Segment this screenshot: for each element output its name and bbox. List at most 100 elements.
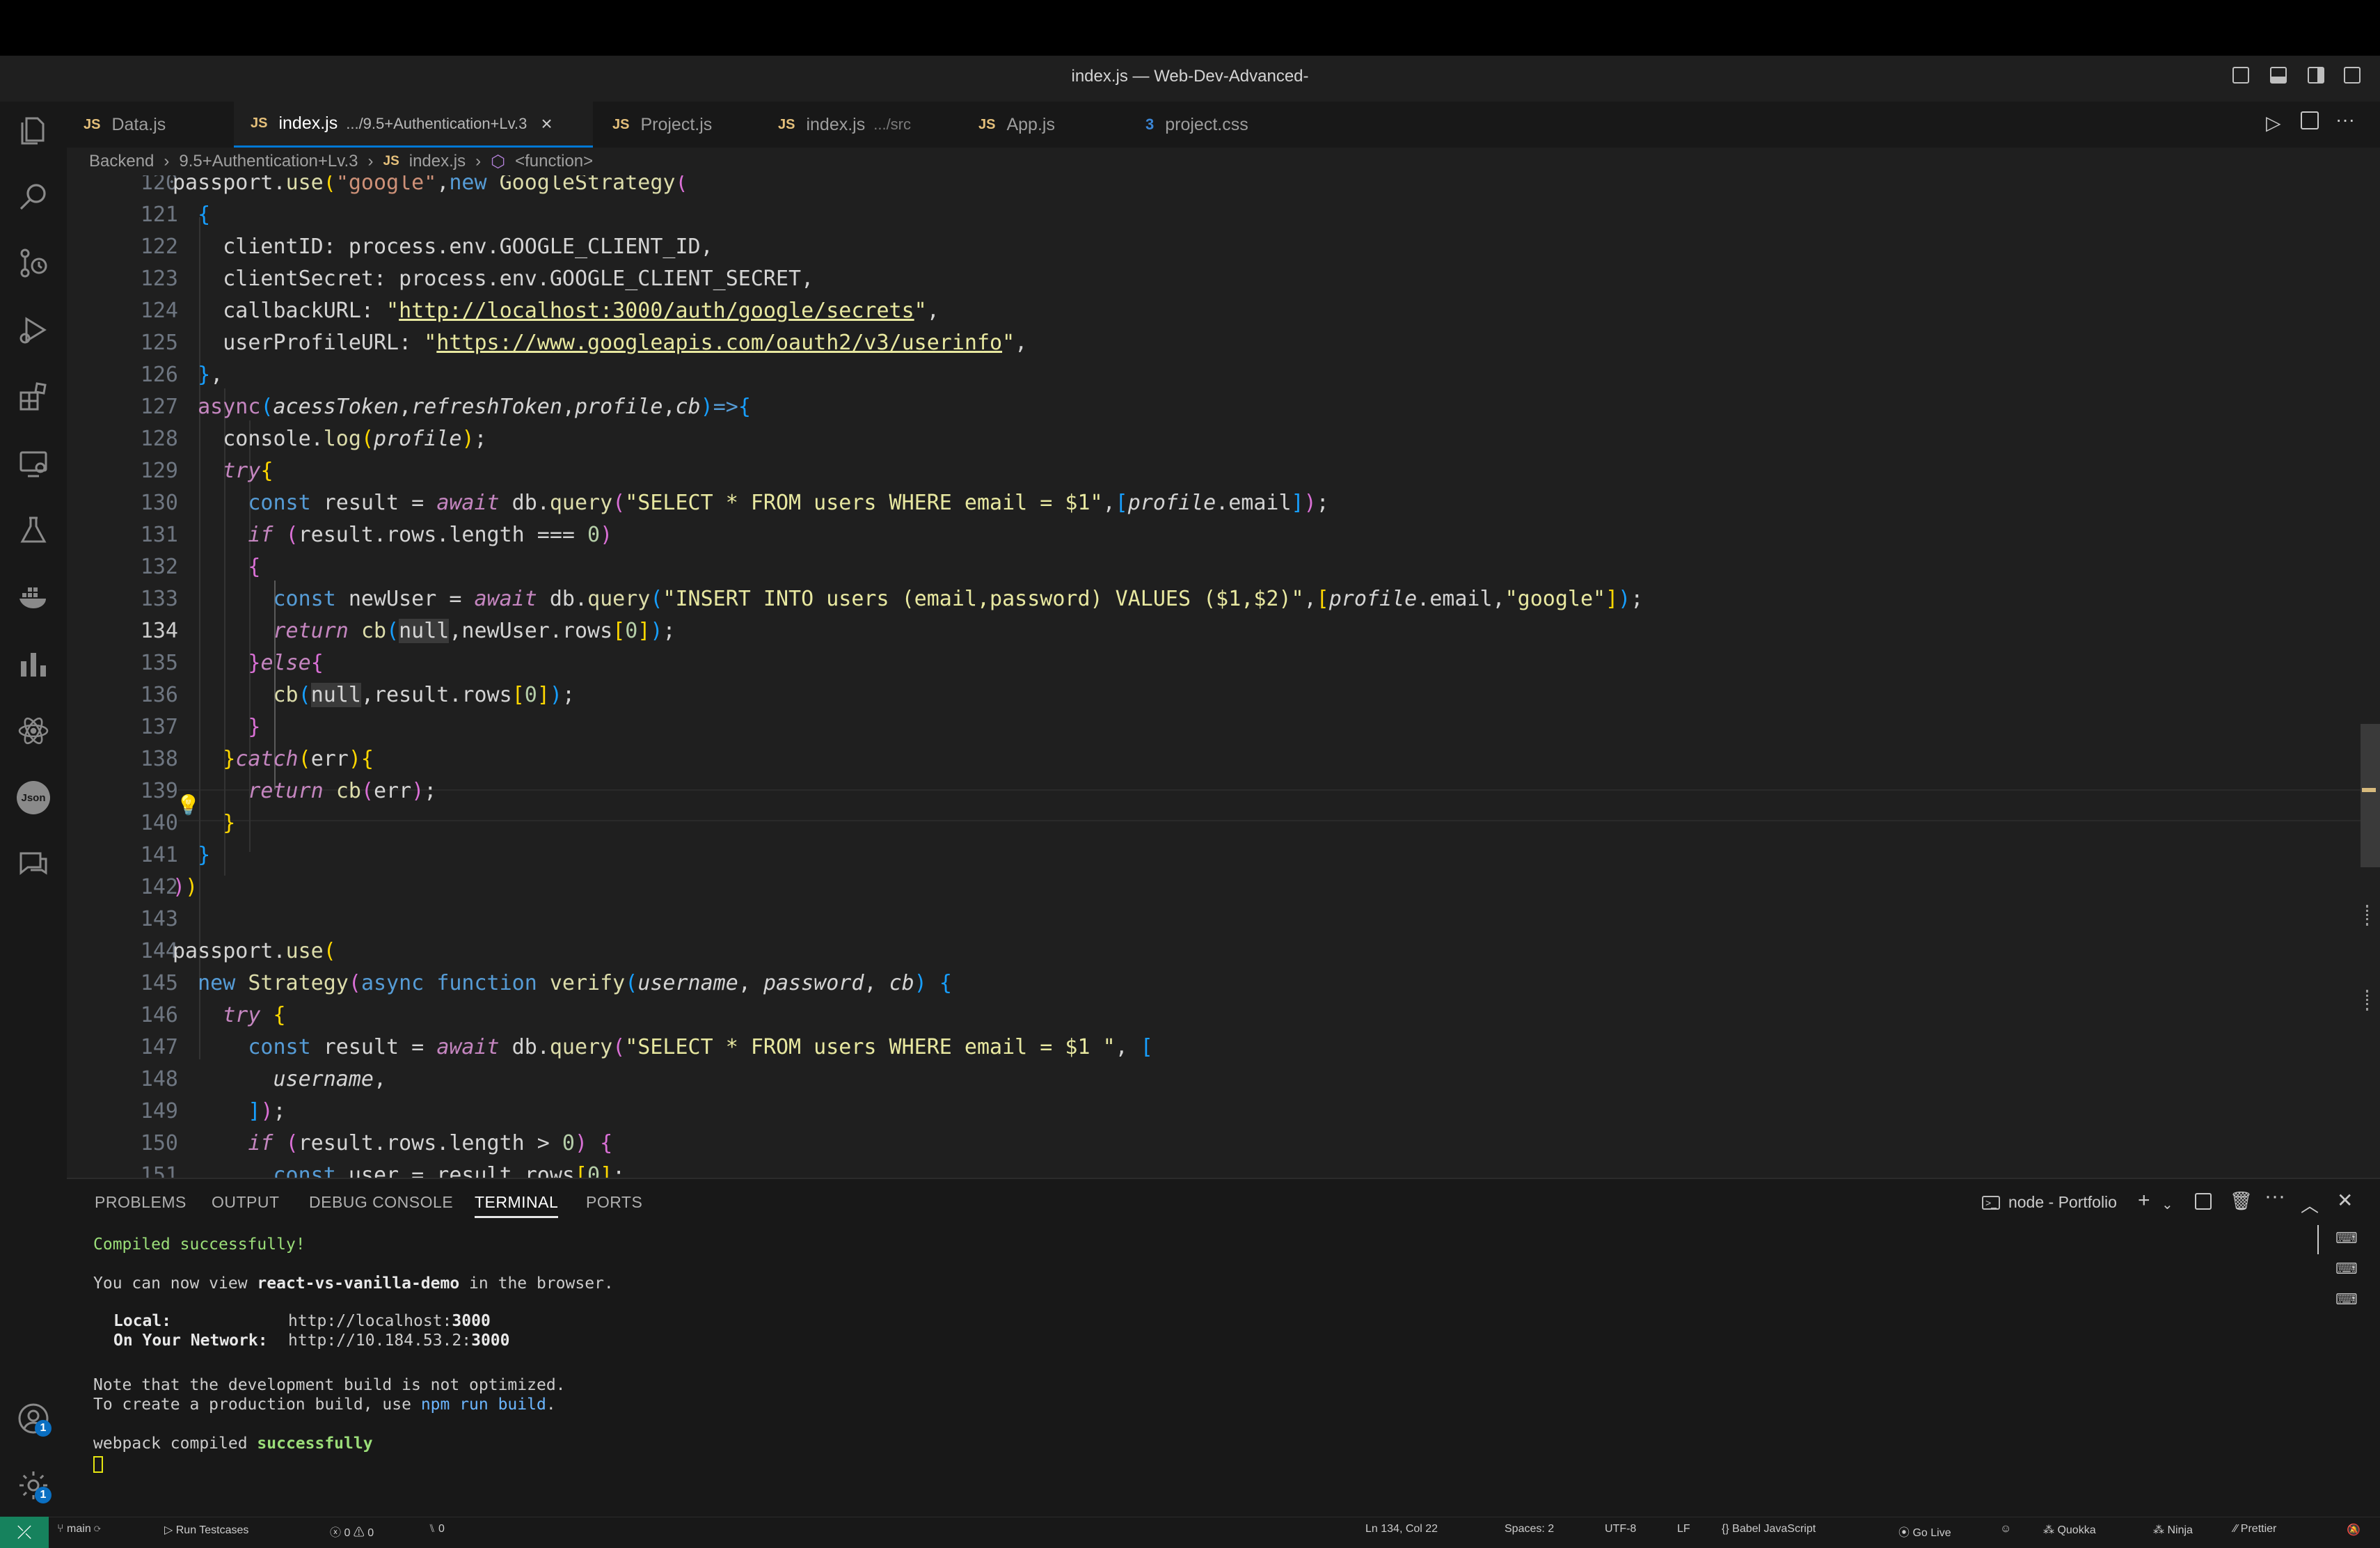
line-number: 138: [140, 747, 178, 771]
breadcrumb-separator: ›: [475, 152, 482, 171]
branch-name: main: [67, 1523, 91, 1535]
panel-tab-ports[interactable]: PORTS: [586, 1193, 642, 1212]
split-editor-icon[interactable]: [2301, 111, 2319, 129]
breadcrumb-separator: ›: [367, 152, 374, 171]
panel-tab-problems[interactable]: PROBLEMS: [95, 1193, 187, 1212]
extensions-icon[interactable]: [13, 376, 54, 418]
encoding-setting[interactable]: UTF-8: [1605, 1523, 1636, 1535]
js-file-icon: JS: [84, 116, 101, 132]
line-number: 131: [140, 523, 178, 547]
language-mode[interactable]: {} Babel JavaScript: [1722, 1523, 1816, 1535]
code-line: if (result.rows.length > 0) {: [248, 1131, 613, 1155]
branch-indicator[interactable]: ⑂ main ⟳: [57, 1523, 101, 1535]
ninja-button[interactable]: ⁂ Ninja: [2153, 1523, 2193, 1537]
toggle-panel-icon[interactable]: [2270, 67, 2287, 84]
run-testcases-button[interactable]: ▷ Run Testcases: [164, 1523, 248, 1537]
new-terminal-icon[interactable]: +: [2138, 1189, 2150, 1213]
tab-project-js[interactable]: JS Project.js: [612, 102, 712, 148]
manage-badge: 1: [35, 1487, 51, 1503]
quokka-button[interactable]: ⁂ Quokka: [2043, 1523, 2096, 1537]
notifications-bell-icon[interactable]: 🔕: [2347, 1523, 2361, 1537]
indentation-setting[interactable]: Spaces: 2: [1505, 1523, 1554, 1535]
breadcrumb-symbol[interactable]: <function>: [515, 152, 593, 171]
prettier-button[interactable]: ⁄⁄ Prettier: [2234, 1523, 2276, 1535]
code-line: )): [173, 875, 198, 899]
tab-label: Data.js: [111, 114, 166, 134]
problems-indicator[interactable]: ⓧ 0 ⚠ 0: [330, 1523, 374, 1540]
terminal-selector[interactable]: >_ node - Portfolio: [1982, 1193, 2117, 1212]
line-number: 130: [140, 491, 178, 515]
tab-index-js-src[interactable]: JS index.js .../src: [778, 102, 911, 148]
code-line: new Strategy(async function verify(usern…: [198, 971, 952, 995]
line-number: 128: [140, 427, 178, 451]
ports-indicator[interactable]: ⑊ 0: [429, 1523, 445, 1535]
line-number: 129: [140, 459, 178, 483]
tab-index-js-active[interactable]: JS index.js .../9.5+Authentication+Lv.3 …: [234, 102, 593, 148]
run-and-debug-icon[interactable]: [13, 309, 54, 351]
remote-indicator-icon[interactable]: ⤫: [0, 1517, 49, 1548]
tab-app-js[interactable]: JS App.js: [978, 102, 1055, 148]
panel-tab-terminal[interactable]: TERMINAL: [475, 1193, 559, 1218]
terminal-instance-icon[interactable]: ⌨: [2335, 1290, 2358, 1311]
line-number: 122: [140, 235, 178, 259]
code-line: {: [248, 555, 261, 579]
search-icon[interactable]: [13, 175, 54, 217]
line-number: 137: [140, 715, 178, 739]
function-symbol-icon: ⬡: [491, 152, 506, 171]
line-number: 148: [140, 1067, 178, 1091]
breadcrumb-folder[interactable]: 9.5+Authentication+Lv.3: [179, 152, 358, 171]
breadcrumb-root[interactable]: Backend: [89, 152, 154, 171]
terminal-line: Note that the development build is not o…: [93, 1376, 566, 1394]
tab-label: Project.js: [640, 114, 713, 134]
source-control-icon[interactable]: [13, 242, 54, 284]
terminal-dropdown-icon[interactable]: ⌄: [2161, 1196, 2173, 1213]
line-number: 134: [140, 619, 178, 643]
terminal-line: webpack compiled successfully: [93, 1435, 373, 1453]
kill-terminal-trash-icon[interactable]: 🗑: [2230, 1190, 2253, 1212]
go-live-button[interactable]: ⦿ Go Live: [1898, 1523, 1951, 1540]
docker-icon[interactable]: [13, 576, 54, 618]
tab-data-js[interactable]: JS Data.js: [84, 102, 166, 148]
accounts-icon[interactable]: 1: [13, 1398, 54, 1439]
js-file-icon: JS: [778, 116, 795, 132]
charts-icon[interactable]: [13, 643, 54, 685]
code-line: const user = result.rows[0];: [273, 1163, 626, 1178]
code-editor[interactable]: 💡 120 121 122 123 124 125 126 127 128 129 130 131 13…: [67, 175, 2363, 1178]
line-number: 140: [140, 811, 178, 835]
terminal-instance-icon[interactable]: ⌨: [2335, 1229, 2358, 1250]
testing-icon[interactable]: [13, 510, 54, 551]
terminal-instance-icon[interactable]: ⌨: [2335, 1260, 2358, 1281]
toggle-secondary-sidebar-icon[interactable]: [2308, 67, 2324, 84]
react-icon[interactable]: [13, 710, 54, 752]
line-number: 143: [140, 907, 178, 931]
code-line: passport.use("google",new GoogleStrategy…: [173, 175, 688, 195]
line-number: 141: [140, 843, 178, 867]
json-icon[interactable]: Json: [13, 777, 54, 819]
copilot-icon[interactable]: ☺: [2000, 1523, 2011, 1535]
manage-gear-icon[interactable]: 1: [13, 1464, 54, 1506]
run-file-icon[interactable]: ▷: [2266, 111, 2281, 134]
line-number: 151: [140, 1163, 178, 1178]
more-actions-icon[interactable]: ···: [2335, 109, 2355, 131]
maximize-panel-icon[interactable]: ︿: [2301, 1192, 2319, 1217]
customize-layout-icon[interactable]: [2344, 67, 2361, 84]
eol-setting[interactable]: LF: [1677, 1523, 1690, 1535]
tab-project-css[interactable]: 3 project.css: [1145, 102, 1248, 148]
code-line: },: [198, 363, 223, 387]
panel-tab-output[interactable]: OUTPUT: [212, 1193, 280, 1212]
close-icon[interactable]: ×: [541, 113, 552, 135]
breadcrumb-file[interactable]: index.js: [409, 152, 466, 171]
editor-scrollbar-thumb[interactable]: [2361, 724, 2380, 867]
split-terminal-icon[interactable]: [2195, 1193, 2212, 1210]
toggle-primary-sidebar-icon[interactable]: [2232, 67, 2249, 84]
remote-explorer-icon[interactable]: [13, 443, 54, 484]
cursor-position[interactable]: Ln 134, Col 22: [1365, 1523, 1438, 1535]
code-line: clientSecret: process.env.GOOGLE_CLIENT_…: [173, 267, 814, 291]
panel-more-icon[interactable]: ···: [2264, 1185, 2285, 1208]
chat-icon[interactable]: [13, 844, 54, 885]
terminal-line: On Your Network:: [113, 1332, 268, 1350]
explorer-icon[interactable]: [13, 110, 54, 152]
close-panel-icon[interactable]: ✕: [2337, 1189, 2353, 1212]
panel-tab-debug-console[interactable]: DEBUG CONSOLE: [309, 1193, 453, 1212]
line-number: 126: [140, 363, 178, 387]
